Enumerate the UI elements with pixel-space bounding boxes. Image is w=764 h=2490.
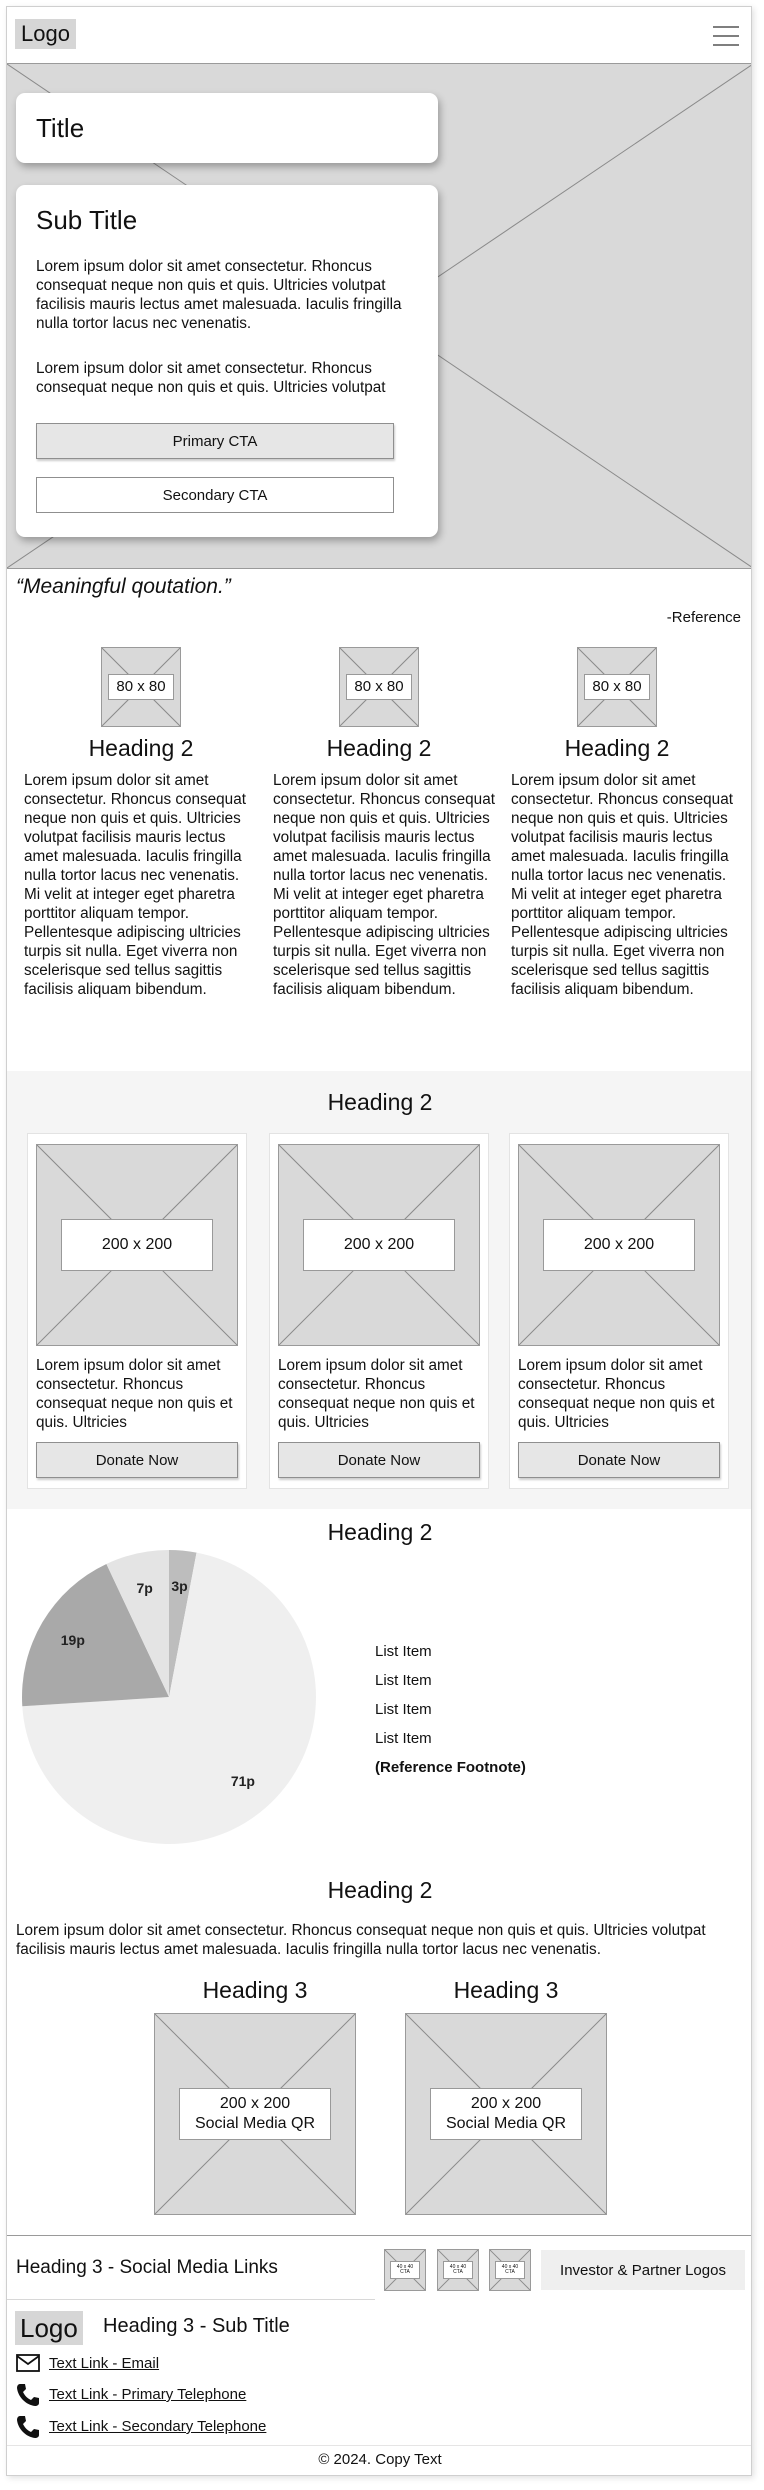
secondary-cta-button[interactable]: Secondary CTA	[36, 477, 394, 513]
qr-image: 200 x 200 Social Media QR	[154, 2013, 356, 2215]
copyright: © 2024. Copy Text	[318, 2451, 442, 2468]
image-size-label: 80 x 80	[108, 674, 174, 700]
secondary-telephone-link[interactable]: Text Link - Secondary Telephone	[49, 2418, 266, 2435]
reference-footnote: (Reference Footnote)	[375, 1759, 526, 1776]
quote-reference: -Reference	[666, 609, 741, 626]
pie-label-3p: 3p	[171, 1578, 187, 1594]
feature-heading: Heading 2	[326, 735, 432, 761]
social-heading: Heading 2	[327, 1877, 433, 1903]
donate-image: 200 x 200	[278, 1144, 480, 1346]
donate-section: Heading 2 200 x 200 Lorem ipsum dolor si…	[7, 1071, 751, 1509]
image-size-label: 80 x 80	[584, 674, 650, 700]
footer-inner-divider	[7, 2299, 375, 2300]
donate-text: Lorem ipsum dolor sit amet consectetur. …	[518, 1357, 715, 1431]
primary-cta-button[interactable]: Primary CTA	[36, 423, 394, 459]
donate-card-3: 200 x 200 Lorem ipsum dolor sit amet con…	[509, 1133, 729, 1489]
donate-image: 200 x 200	[518, 1144, 720, 1346]
phone-icon	[16, 2383, 40, 2407]
footer-subtitle: Heading 3 - Sub Title	[103, 2315, 290, 2337]
image-size-label: 200 x 200	[303, 1219, 455, 1271]
page: Logo Title Sub Title Lorem ipsum dolor s…	[6, 6, 752, 2476]
list-item: List Item	[375, 1701, 432, 1718]
feature-heading: Heading 2	[88, 735, 194, 761]
qr-label: 200 x 200 Social Media QR	[179, 2088, 331, 2140]
social-link-icon[interactable]: 40 x 40 CTA	[437, 2249, 479, 2291]
donate-now-button[interactable]: Donate Now	[36, 1442, 238, 1478]
footer-logo[interactable]: Logo	[15, 2311, 83, 2345]
donate-heading: Heading 2	[327, 1089, 433, 1115]
donate-now-button[interactable]: Donate Now	[278, 1442, 480, 1478]
pie-label-71p: 71p	[231, 1773, 255, 1789]
primary-telephone-link[interactable]: Text Link - Primary Telephone	[49, 2386, 246, 2403]
donate-image: 200 x 200	[36, 1144, 238, 1346]
feature-image: 80 x 80	[101, 647, 181, 727]
donate-card-1: 200 x 200 Lorem ipsum dolor sit amet con…	[27, 1133, 247, 1489]
qr-image: 200 x 200 Social Media QR	[405, 2013, 607, 2215]
qr-heading: Heading 3	[453, 1977, 559, 2003]
partner-logos: Investor & Partner Logos	[541, 2250, 745, 2290]
image-size-label: 200 x 200	[61, 1219, 213, 1271]
donate-card-2: 200 x 200 Lorem ipsum dolor sit amet con…	[269, 1133, 489, 1489]
image-size-label: 200 x 200	[543, 1219, 695, 1271]
list-item: List Item	[375, 1643, 432, 1660]
mail-icon	[16, 2353, 40, 2373]
hero-paragraph-2: Lorem ipsum dolor sit amet consectetur. …	[36, 360, 386, 396]
social-link-icon[interactable]: 40 x 40 CTA	[489, 2249, 531, 2291]
pie-label-7p: 7p	[136, 1580, 152, 1596]
social-links-heading: Heading 3 - Social Media Links	[16, 2257, 278, 2278]
pie-label-19p: 19p	[61, 1632, 85, 1648]
hero-title-card: Title	[16, 93, 438, 163]
hero-content-card: Sub Title Lorem ipsum dolor sit amet con…	[16, 185, 438, 537]
social-icon-label: 40 x 40 CTA	[390, 2261, 420, 2279]
hero-title: Title	[36, 113, 85, 143]
pie-chart: 3p 71p 19p 7p	[21, 1550, 316, 1844]
donate-text: Lorem ipsum dolor sit amet consectetur. …	[36, 1357, 233, 1431]
phone-icon	[16, 2415, 40, 2439]
social-icon-label: 40 x 40 CTA	[495, 2261, 525, 2279]
qr-heading: Heading 3	[202, 1977, 308, 2003]
list-item: List Item	[375, 1672, 432, 1689]
stats-heading: Heading 2	[327, 1519, 433, 1545]
feature-heading: Heading 2	[564, 735, 670, 761]
image-size-label: 80 x 80	[346, 674, 412, 700]
quotation: “Meaningful qoutation.”	[16, 575, 231, 598]
qr-caption: Social Media QR	[194, 2115, 316, 2132]
social-icon-label: 40 x 40 CTA	[443, 2261, 473, 2279]
qr-caption: Social Media QR	[445, 2115, 567, 2132]
qr-label: 200 x 200 Social Media QR	[430, 2088, 582, 2140]
donate-now-button[interactable]: Donate Now	[518, 1442, 720, 1478]
hero-paragraph-1: Lorem ipsum dolor sit amet consectetur. …	[36, 258, 402, 332]
feature-text: Lorem ipsum dolor sit amet consectetur. …	[273, 772, 495, 998]
footer-divider	[7, 2235, 751, 2236]
list-item: List Item	[375, 1730, 432, 1747]
feature-image: 80 x 80	[339, 647, 419, 727]
footer-bottom-divider	[7, 2445, 751, 2446]
social-text: Lorem ipsum dolor sit amet consectetur. …	[16, 1922, 706, 1958]
hamburger-menu-icon[interactable]	[713, 25, 739, 47]
email-link[interactable]: Text Link - Email	[49, 2355, 159, 2372]
donate-text: Lorem ipsum dolor sit amet consectetur. …	[278, 1357, 475, 1431]
logo[interactable]: Logo	[15, 19, 76, 49]
social-link-icon[interactable]: 40 x 40 CTA	[384, 2249, 426, 2291]
hero-subtitle: Sub Title	[36, 205, 138, 235]
feature-image: 80 x 80	[577, 647, 657, 727]
qr-size-label: 200 x 200	[470, 2095, 542, 2112]
qr-size-label: 200 x 200	[219, 2095, 291, 2112]
feature-text: Lorem ipsum dolor sit amet consectetur. …	[24, 772, 246, 998]
feature-text: Lorem ipsum dolor sit amet consectetur. …	[511, 772, 733, 998]
